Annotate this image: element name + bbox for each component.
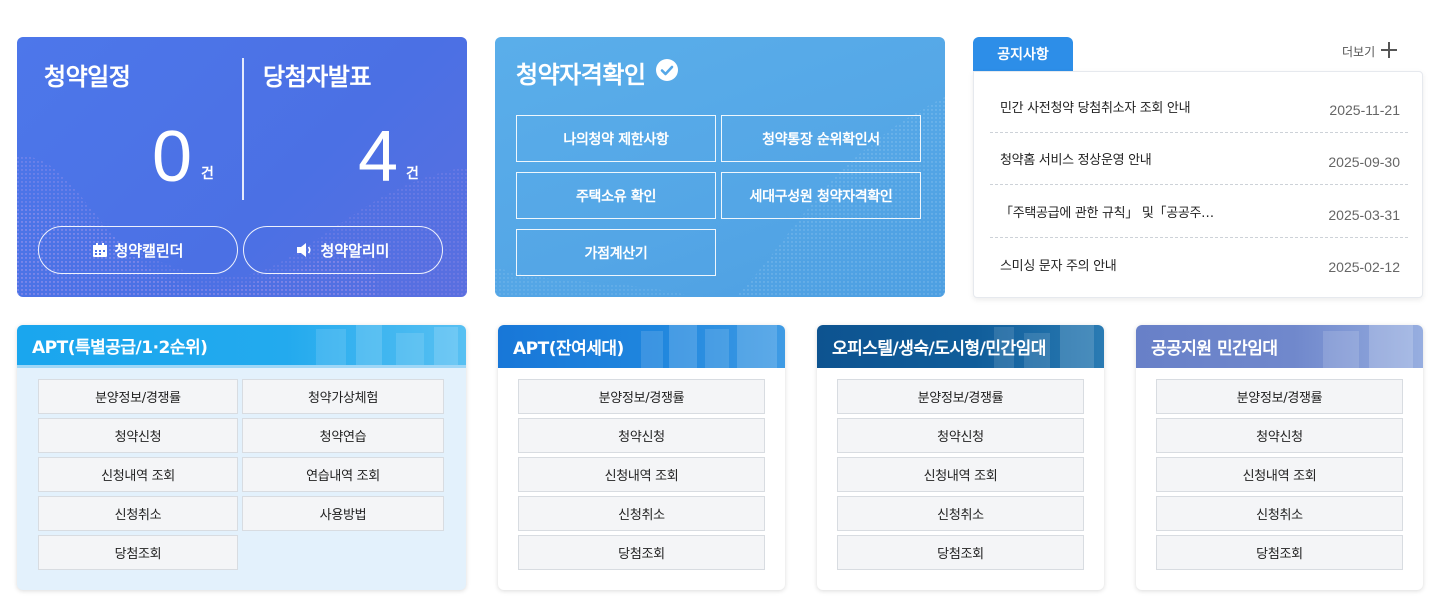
service-apt-special: APT(특별공급/1·2순위) 분양정보/경쟁률 청약가상체험 청약신청 청약연… [17,325,466,590]
application-history-button[interactable]: 신청내역 조회 [1156,457,1403,492]
notice-item[interactable]: 스미싱 문자 주의 안내 2025-02-12 [990,238,1408,290]
alarm-button-label: 청약알리미 [320,241,390,260]
cancel-application-button[interactable]: 신청취소 [1156,496,1403,531]
score-calculator-button[interactable]: 가점계산기 [516,229,716,276]
sale-info-button[interactable]: 분양정보/경쟁률 [518,379,765,414]
household-eligibility-button[interactable]: 세대구성원 청약자격확인 [721,172,921,219]
notice-date: 2025-09-30 [1328,153,1400,170]
service-title: APT(특별공급/1·2순위) [32,337,208,358]
notice-title: 「주택공급에 관한 규칙」 및「공공주… [1000,206,1214,221]
notice-title: 스미싱 문자 주의 안내 [1000,258,1117,274]
calendar-icon [92,242,108,258]
service-public-rental: 공공지원 민간임대 분양정보/경쟁률 청약신청 신청내역 조회 신청취소 당첨조… [1136,325,1423,590]
winner-lookup-button[interactable]: 당첨조회 [38,535,238,570]
check-circle-icon [655,58,679,88]
calendar-button-label: 청약캘린더 [114,241,184,260]
winner-lookup-button[interactable]: 당첨조회 [518,535,765,570]
winners-count-unit: 건 [406,166,419,182]
service-apt-remaining-header: APT(잔여세대) [498,325,785,368]
speaker-icon [296,242,314,258]
service-title: APT(잔여세대) [513,339,624,359]
building-decoration [316,325,458,365]
service-officetel: 오피스텔/생숙/도시형/민간임대 분양정보/경쟁률 청약신청 신청내역 조회 신… [817,325,1104,590]
eligibility-title-text: 청약자격확인 [516,61,646,89]
service-apt-special-header: APT(특별공급/1·2순위) [17,325,466,368]
more-link-label: 더보기 [1342,45,1376,59]
winner-lookup-button[interactable]: 당첨조회 [1156,535,1403,570]
notice-list: 민간 사전청약 당첨취소자 조회 안내 2025-11-21 청약홈 서비스 정… [973,71,1423,298]
sale-info-button[interactable]: 분양정보/경쟁률 [837,379,1084,414]
notice-item[interactable]: 민간 사전청약 당첨취소자 조회 안내 2025-11-21 [990,81,1408,133]
notice-item[interactable]: 「주택공급에 관한 규칙」 및「공공주… 2025-03-31 [990,186,1408,238]
notice-title: 청약홈 서비스 정상운영 안내 [1000,153,1152,168]
house-ownership-button[interactable]: 주택소유 확인 [516,172,716,219]
service-title: 오피스텔/생숙/도시형/민간임대 [832,339,1046,359]
plus-icon [1381,42,1398,61]
rank-certificate-button[interactable]: 청약통장 순위확인서 [721,115,921,162]
tab-notice[interactable]: 공지사항 [973,37,1073,71]
sale-info-button[interactable]: 분양정보/경쟁률 [1156,379,1403,414]
application-history-button[interactable]: 신청내역 조회 [837,457,1084,492]
alarm-button[interactable]: 청약알리미 [243,226,443,274]
restriction-button[interactable]: 나의청약 제한사항 [516,115,716,162]
practice-history-button[interactable]: 연습내역 조회 [242,457,444,492]
cancel-application-button[interactable]: 신청취소 [837,496,1084,531]
divider [242,58,244,200]
apply-button[interactable]: 청약신청 [837,418,1084,453]
how-to-use-button[interactable]: 사용방법 [242,496,444,531]
notice-date: 2025-02-12 [1328,259,1400,275]
schedule-count-unit: 건 [201,166,214,182]
cancel-application-button[interactable]: 신청취소 [518,496,765,531]
schedule-title: 청약일정 [44,63,131,91]
more-link[interactable]: 더보기 [1342,42,1398,61]
notice-item[interactable]: 청약홈 서비스 정상운영 안내 2025-09-30 [990,133,1408,185]
winner-lookup-button[interactable]: 당첨조회 [837,535,1084,570]
building-decoration [1323,325,1413,368]
notice-date: 2025-03-31 [1328,206,1400,223]
eligibility-card: 청약자격확인 나의청약 제한사항 청약통장 순위확인서 주택소유 확인 세대구성… [495,37,945,297]
virtual-experience-button[interactable]: 청약가상체험 [242,379,444,414]
schedule-card: 청약일정 0 건 당첨자발표 4 건 청약캘린더 청약알리미 [17,37,467,297]
service-title: 공공지원 민간임대 [1151,339,1278,359]
schedule-count[interactable]: 0 [152,121,192,193]
apply-button[interactable]: 청약신청 [38,418,238,453]
cancel-application-button[interactable]: 신청취소 [38,496,238,531]
calendar-button[interactable]: 청약캘린더 [38,226,238,274]
apply-button[interactable]: 청약신청 [1156,418,1403,453]
eligibility-title: 청약자격확인 [516,55,679,90]
notice-title: 민간 사전청약 당첨취소자 조회 안내 [1000,101,1191,116]
service-public-rental-header: 공공지원 민간임대 [1136,325,1423,368]
winners-title: 당첨자발표 [263,63,371,91]
service-officetel-header: 오피스텔/생숙/도시형/민간임대 [817,325,1104,368]
sale-info-button[interactable]: 분양정보/경쟁률 [38,379,238,414]
practice-button[interactable]: 청약연습 [242,418,444,453]
service-apt-remaining: APT(잔여세대) 분양정보/경쟁률 청약신청 신청내역 조회 신청취소 당첨조… [498,325,785,590]
notice-date: 2025-11-21 [1329,101,1400,118]
winners-count[interactable]: 4 [358,121,398,193]
building-decoration [641,325,777,368]
application-history-button[interactable]: 신청내역 조회 [518,457,765,492]
apply-button[interactable]: 청약신청 [518,418,765,453]
application-history-button[interactable]: 신청내역 조회 [38,457,238,492]
